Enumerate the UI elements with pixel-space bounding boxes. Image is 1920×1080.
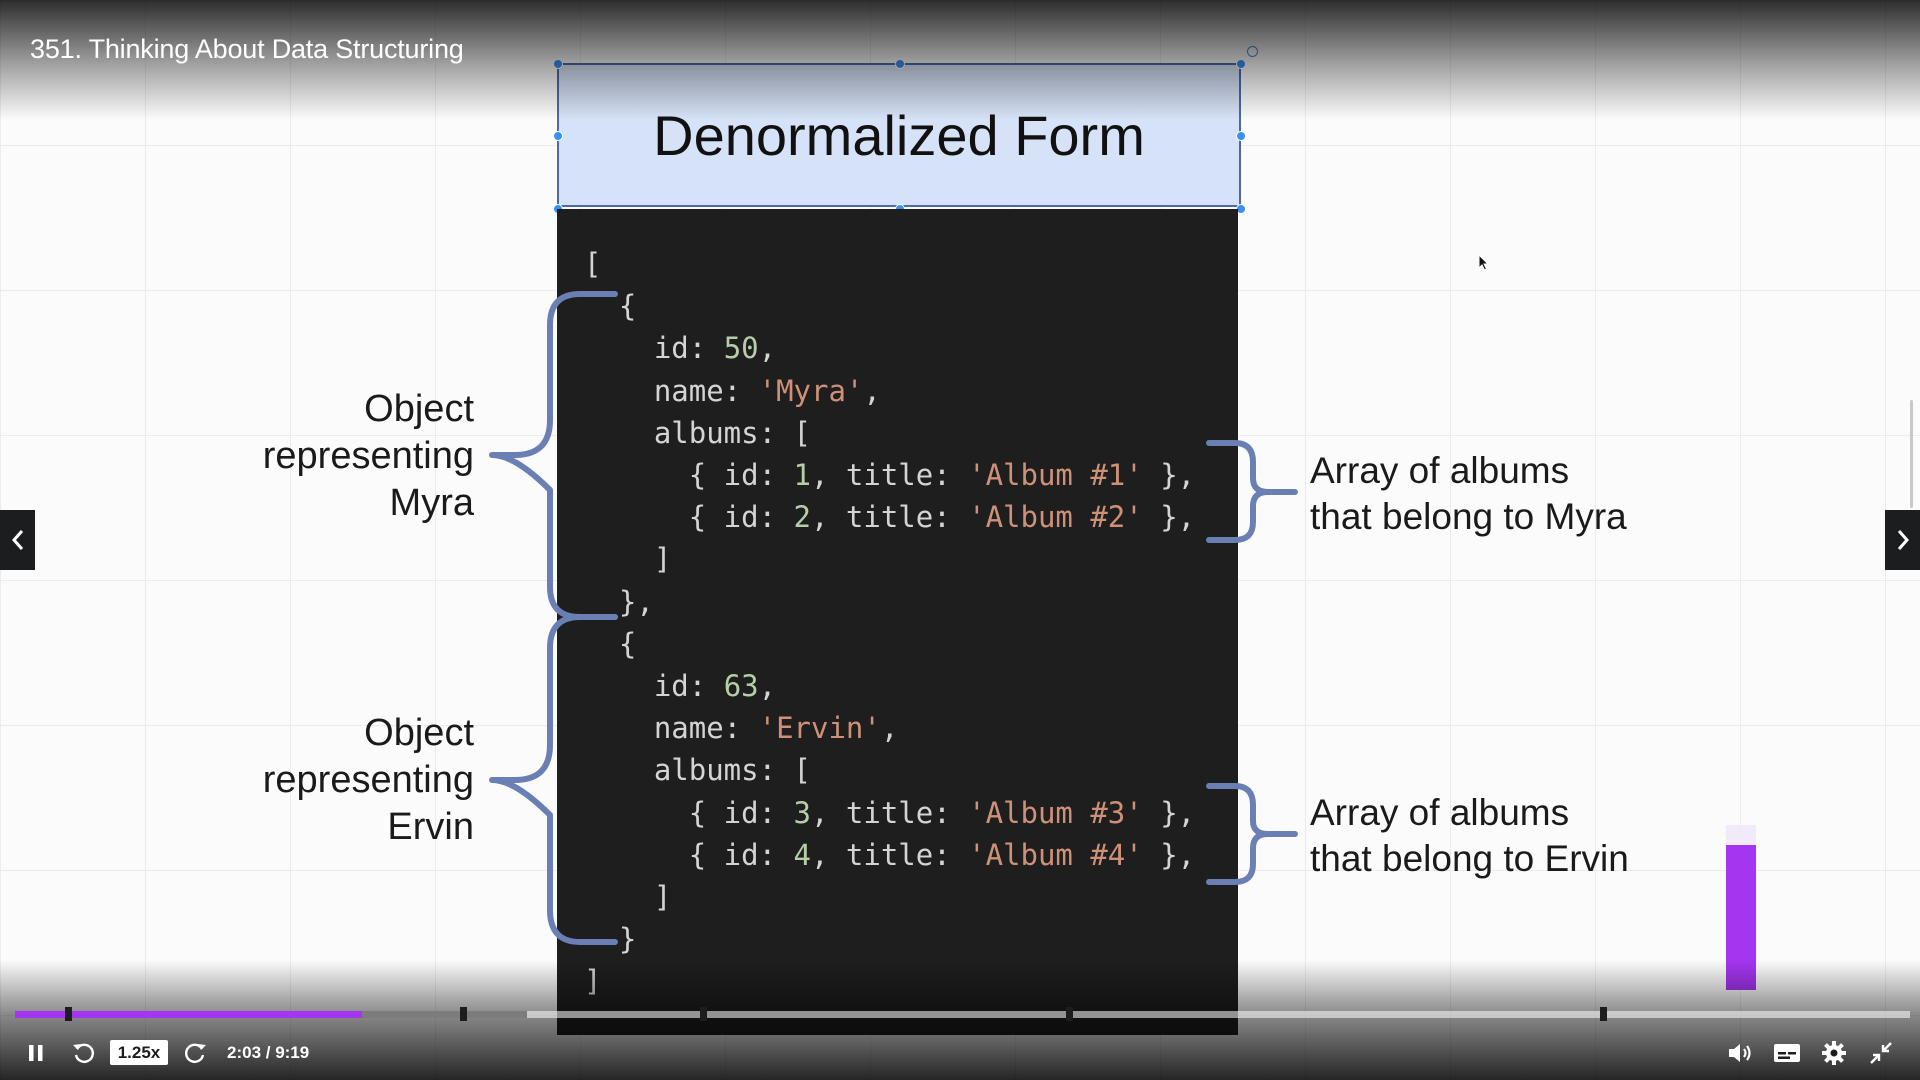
settings-button[interactable]	[1818, 1037, 1850, 1069]
forward-button[interactable]	[180, 1039, 210, 1067]
annotation-line: Array of albums	[1310, 450, 1570, 491]
annotation-myra-object: Object representing Myra	[200, 386, 474, 527]
chapter-marker[interactable]	[1600, 1007, 1607, 1021]
annotation-line: representing	[262, 435, 474, 477]
scrollbar[interactable]	[1910, 400, 1913, 508]
chapter-marker[interactable]	[65, 1007, 72, 1021]
settings-icon	[1822, 1041, 1846, 1065]
brace-myra-albums	[1206, 440, 1298, 543]
captions-icon	[1774, 1044, 1800, 1062]
volume-icon	[1729, 1044, 1751, 1062]
pause-button[interactable]	[22, 1039, 50, 1067]
brace-ervin-object	[489, 614, 618, 945]
chapter-marker[interactable]	[460, 1007, 467, 1021]
next-lecture-button[interactable]	[1885, 510, 1920, 570]
chapter-marker[interactable]	[1066, 1007, 1073, 1021]
mouse-cursor-icon	[1478, 253, 1490, 277]
captions-button[interactable]	[1771, 1038, 1803, 1068]
annotation-ervin-albums: Array of albums that belong to Ervin	[1310, 790, 1629, 882]
annotation-ervin-object: Object representing Ervin	[200, 710, 474, 851]
rewind-icon	[73, 1043, 94, 1063]
annotation-myra-albums: Array of albums that belong to Myra	[1310, 448, 1627, 540]
volume-button[interactable]	[1724, 1038, 1756, 1068]
forward-icon	[185, 1043, 206, 1063]
chapter-marker[interactable]	[700, 1007, 707, 1021]
lecture-title: 351. Thinking About Data Structuring	[30, 34, 464, 64]
chevron-right-icon	[1897, 530, 1909, 550]
rewind-button[interactable]	[69, 1039, 99, 1067]
annotation-line: that belong to Ervin	[1310, 838, 1629, 879]
annotation-line: Array of albums	[1310, 792, 1570, 833]
chevron-left-icon	[11, 530, 23, 550]
annotation-line: that belong to Myra	[1310, 496, 1627, 537]
pause-icon	[29, 1045, 43, 1061]
exit-fullscreen-button[interactable]	[1866, 1038, 1896, 1068]
exit-fullscreen-icon	[1870, 1042, 1892, 1064]
annotation-line: Ervin	[387, 806, 474, 848]
brace-myra-object	[489, 291, 618, 620]
brace-connectors	[489, 291, 1298, 945]
annotation-line: Object	[364, 388, 474, 430]
progress-bar[interactable]	[15, 1011, 1910, 1018]
annotation-line: Object	[364, 712, 474, 754]
brace-ervin-albums	[1206, 783, 1298, 885]
annotation-line: Myra	[389, 482, 474, 524]
time-readout: 2:03 / 9:19	[227, 1042, 310, 1062]
previous-lecture-button[interactable]	[0, 510, 35, 570]
playback-speed-button[interactable]: 1.25x	[110, 1040, 168, 1065]
annotation-line: representing	[262, 759, 474, 801]
